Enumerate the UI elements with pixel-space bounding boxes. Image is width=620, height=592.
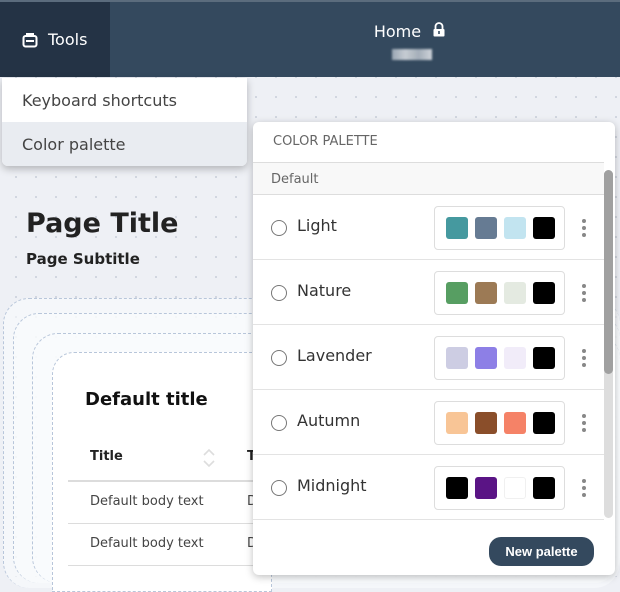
home-title: Home <box>373 22 422 41</box>
row-divider <box>68 523 258 524</box>
color-palette-panel: COLOR PALETTE Default Light Nature Lavende… <box>253 122 615 575</box>
palette-row-nature[interactable]: Nature <box>253 260 604 325</box>
more-options-icon[interactable] <box>579 217 589 239</box>
lock-icon <box>433 22 445 37</box>
color-swatch <box>533 347 555 369</box>
palette-name: Autumn <box>297 411 361 430</box>
more-options-icon[interactable] <box>579 347 589 369</box>
color-swatch <box>446 217 468 239</box>
palette-radio[interactable] <box>271 415 287 431</box>
color-swatch <box>504 412 526 434</box>
color-swatch <box>504 217 526 239</box>
palette-row-light[interactable]: Light <box>253 195 604 260</box>
row-divider <box>68 565 258 566</box>
color-swatch <box>475 282 497 304</box>
blurred-subtitle <box>392 49 432 60</box>
color-swatch <box>446 412 468 434</box>
color-swatch <box>446 477 468 499</box>
swatch-group <box>434 336 565 380</box>
column-header-title[interactable]: Title <box>90 449 123 464</box>
color-swatch <box>533 477 555 499</box>
palette-row-lavender[interactable]: Lavender <box>253 325 604 390</box>
tools-button[interactable]: Tools <box>0 2 110 77</box>
color-swatch <box>504 477 526 499</box>
swatch-group <box>434 401 565 445</box>
panel-heading: COLOR PALETTE <box>273 134 378 149</box>
swatch-group <box>434 271 565 315</box>
more-options-icon[interactable] <box>579 477 589 499</box>
page-title: Page Title <box>26 208 179 239</box>
scrollbar-thumb[interactable] <box>604 170 613 374</box>
palette-name: Midnight <box>297 476 367 495</box>
header-divider <box>68 480 258 482</box>
palette-name: Nature <box>297 281 352 300</box>
table-cell: Default body text <box>90 494 204 509</box>
palette-radio[interactable] <box>271 285 287 301</box>
swatch-group <box>434 466 565 510</box>
palette-name: Lavender <box>297 346 372 365</box>
color-swatch <box>504 347 526 369</box>
group-label: Default <box>253 162 604 195</box>
table-cell: Default body text <box>90 536 204 551</box>
palette-radio[interactable] <box>271 480 287 496</box>
color-swatch <box>475 477 497 499</box>
color-swatch <box>446 282 468 304</box>
menu-item-keyboard-shortcuts[interactable]: Keyboard shortcuts <box>2 78 247 122</box>
new-palette-button[interactable]: New palette <box>489 537 594 566</box>
color-swatch <box>533 412 555 434</box>
color-swatch <box>475 217 497 239</box>
tools-label: Tools <box>48 30 88 49</box>
more-options-icon[interactable] <box>579 282 589 304</box>
color-swatch <box>475 347 497 369</box>
sort-icon[interactable] <box>202 447 216 469</box>
more-options-icon[interactable] <box>579 412 589 434</box>
card <box>52 352 272 592</box>
tools-menu: Keyboard shortcuts Color palette <box>2 78 247 166</box>
top-header: Tools Home <box>0 0 620 77</box>
palette-radio[interactable] <box>271 350 287 366</box>
swatch-group <box>434 206 565 250</box>
menu-item-color-palette[interactable]: Color palette <box>2 122 247 166</box>
color-swatch <box>475 412 497 434</box>
card-title: Default title <box>85 389 208 410</box>
toolbox-icon <box>22 32 38 47</box>
palette-name: Light <box>297 216 337 235</box>
palette-row-autumn[interactable]: Autumn <box>253 390 604 455</box>
color-swatch <box>504 282 526 304</box>
page-heading: Home <box>330 22 490 41</box>
color-swatch <box>533 217 555 239</box>
palette-radio[interactable] <box>271 220 287 236</box>
color-swatch <box>446 347 468 369</box>
page-subtitle: Page Subtitle <box>26 250 140 268</box>
palette-row-midnight[interactable]: Midnight <box>253 455 604 520</box>
color-swatch <box>533 282 555 304</box>
